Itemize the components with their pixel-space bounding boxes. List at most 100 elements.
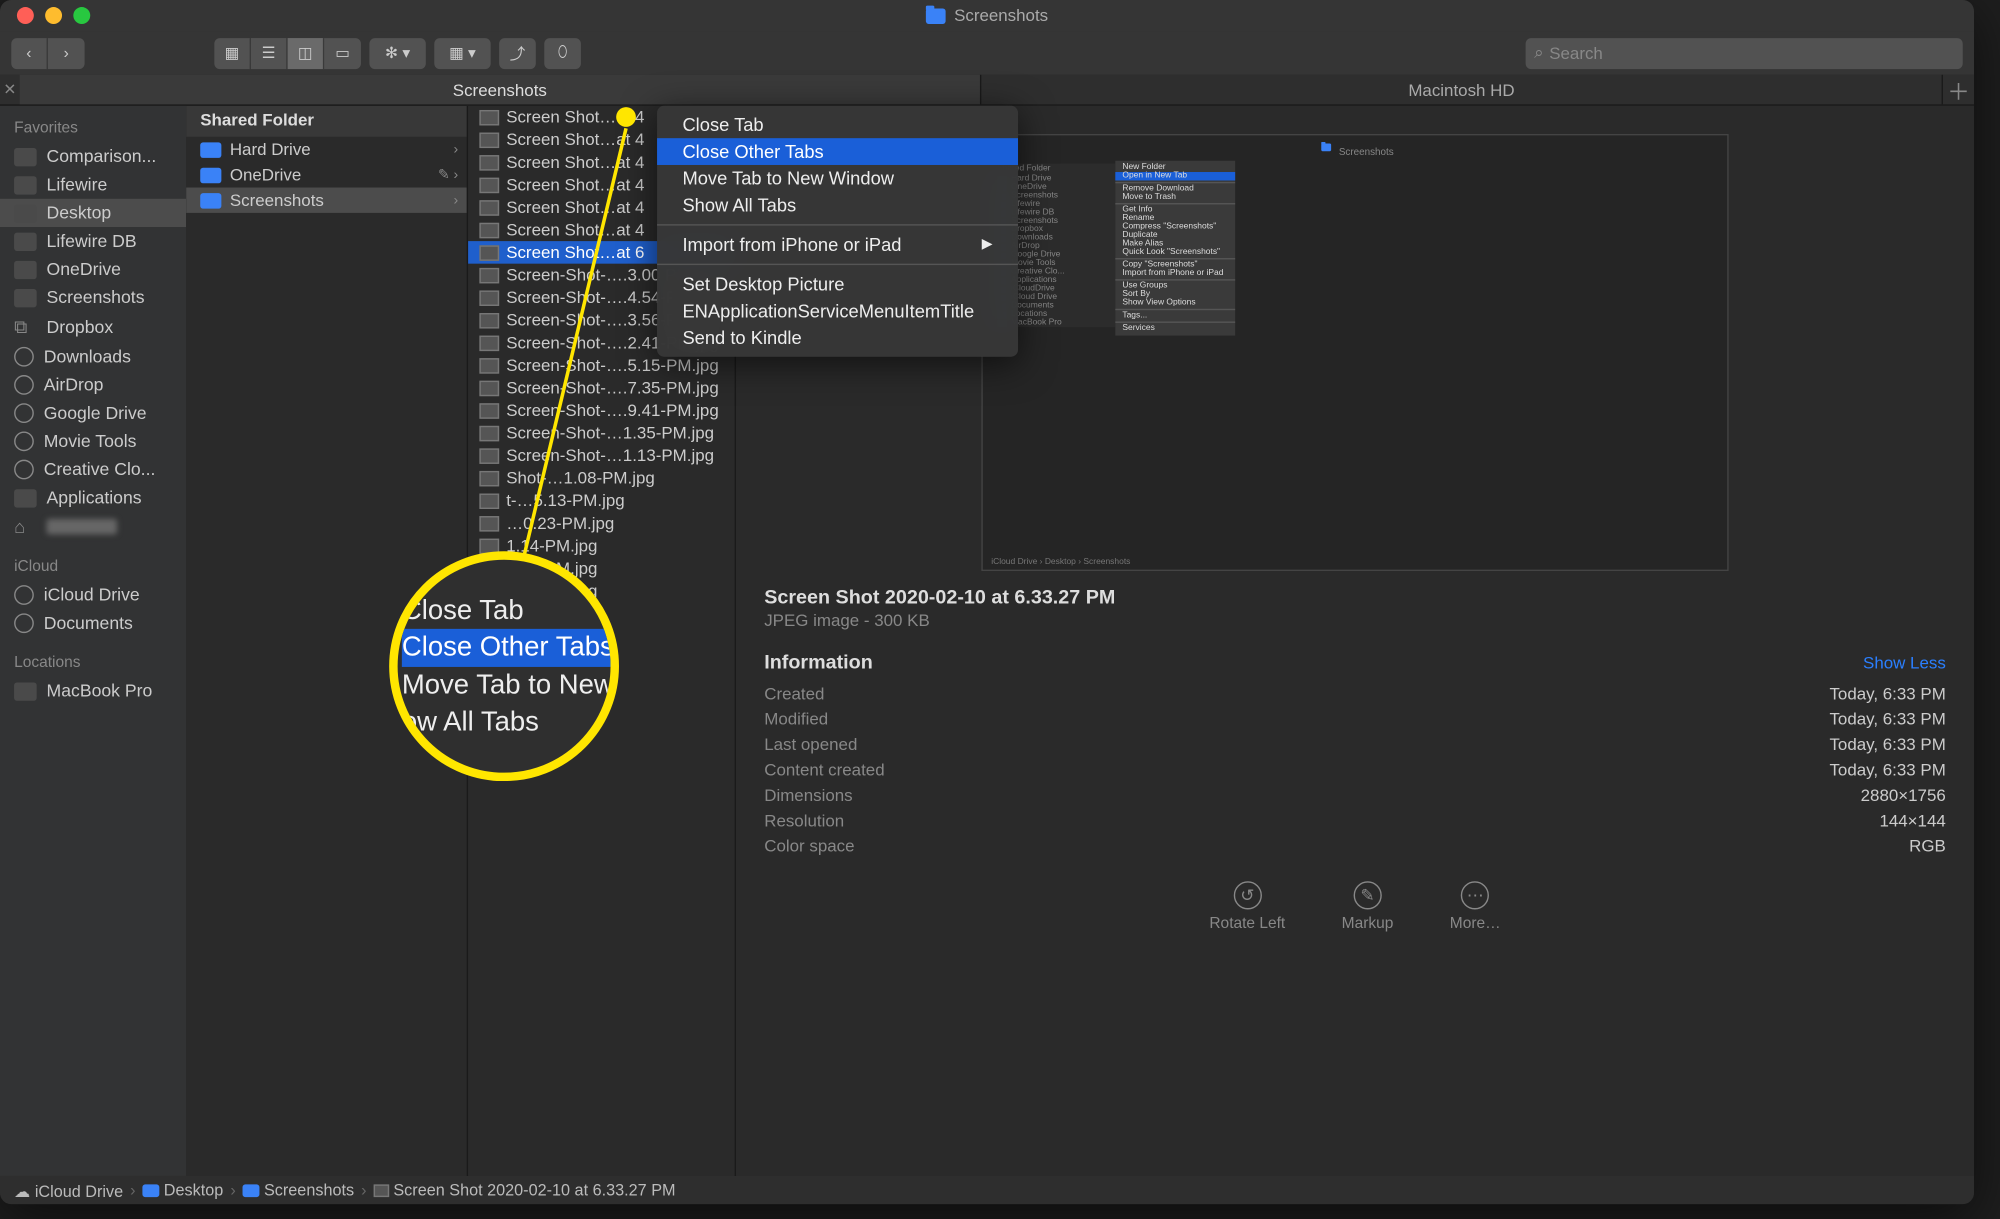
context-menu-item[interactable]: Show All Tabs [657,192,1018,219]
folder-icon [926,8,946,24]
sidebar: Favorites Comparison...LifewireDesktopLi… [0,106,186,1176]
context-menu-item[interactable]: Set Desktop Picture [657,271,1018,298]
sidebar-item[interactable]: Desktop [0,199,186,227]
path-bar: ☁ iCloud Drive›Desktop›Screenshots›Scree… [0,1176,1974,1204]
tab-macintosh-hd[interactable]: Macintosh HD [981,75,1943,105]
tab-bar: ✕ Screenshots Macintosh HD ＋ [0,75,1974,106]
sidebar-item[interactable]: Comparison... [0,142,186,170]
toolbar: ‹ › ▦ ☰ ◫ ▭ ✻ ▾ ▦ ▾ ⤴ ⬯ ⌕Search [0,31,1974,75]
action-menu-button[interactable]: ✻ ▾ [369,37,425,68]
sidebar-icon [14,260,37,278]
sidebar-icon [14,431,34,451]
sidebar-icloud-header: iCloud [0,553,186,581]
chevron-right-icon: ▶ [982,237,993,253]
column-item[interactable]: OneDrive✎› [186,162,467,187]
zoom-window-button[interactable] [73,7,90,24]
show-less-link[interactable]: Show Less [1863,653,1946,673]
sidebar-item[interactable]: OneDrive [0,255,186,283]
share-button[interactable]: ⤴ [499,37,536,68]
image-icon [479,515,499,531]
file-item[interactable]: …0.23-PM.jpg [468,512,734,535]
sidebar-item[interactable]: Downloads [0,343,186,371]
column-header: Shared Folder [186,106,467,137]
sidebar-item[interactable]: ⌂ [0,512,186,542]
info-row: Last openedToday, 6:33 PM [736,732,1974,757]
sidebar-item[interactable]: Applications [0,484,186,512]
preview-title: Screen Shot 2020-02-10 at 6.33.27 PM [736,585,1974,608]
file-item[interactable]: Screen-Shot-…1.35-PM.jpg [468,422,734,445]
preview-action[interactable]: ↺Rotate Left [1209,881,1285,932]
close-tab-button[interactable]: ✕ [0,75,20,105]
forward-button[interactable]: › [48,37,85,68]
context-menu-item[interactable]: Close Other Tabs [657,138,1018,165]
image-icon [479,357,499,373]
view-gallery-button[interactable]: ▭ [324,37,361,68]
group-menu-button[interactable]: ▦ ▾ [434,37,490,68]
preview-action[interactable]: ✎Markup [1342,881,1394,932]
sidebar-item[interactable]: AirDrop [0,371,186,399]
file-item[interactable]: Shot-…1.08-PM.jpg [468,467,734,490]
sidebar-icon [14,176,37,194]
file-item[interactable]: Screen-Shot-….5.15-PM.jpg [468,354,734,377]
image-icon [479,132,499,148]
sidebar-icon [14,489,37,507]
sidebar-favorites-header: Favorites [0,114,186,142]
path-segment[interactable]: Screen Shot 2020-02-10 at 6.33.27 PM [374,1183,676,1200]
minimize-window-button[interactable] [45,7,62,24]
image-icon [479,470,499,486]
sidebar-item[interactable]: ⧉Dropbox [0,312,186,343]
path-segment[interactable]: ☁ iCloud Drive [14,1182,123,1202]
context-menu-item[interactable]: Close Tab [657,111,1018,138]
info-row: Content createdToday, 6:33 PM [736,757,1974,782]
info-header: Information [764,650,873,673]
preview-actions: ↺Rotate Left ✎Markup ⋯More… [736,859,1974,932]
sidebar-item[interactable]: Lifewire [0,171,186,199]
image-icon [479,493,499,509]
sidebar-item[interactable]: Documents [0,609,186,637]
drive-icon [14,682,37,700]
file-item[interactable]: t-…5.13-PM.jpg [468,489,734,512]
sidebar-item[interactable]: Screenshots [0,283,186,311]
sidebar-item[interactable]: MacBook Pro [0,677,186,705]
back-button[interactable]: ‹ [11,37,48,68]
context-menu-item[interactable]: Send to Kindle [657,324,1018,351]
close-window-button[interactable] [17,7,34,24]
tags-button[interactable]: ⬯ [544,37,581,68]
zoom-menu-item: ow All Tabs [402,703,611,740]
preview-mini-path: iCloud Drive › Desktop › Screenshots [991,558,1130,566]
add-tab-button[interactable]: ＋ [1943,75,1974,105]
image-icon [479,403,499,419]
context-menu: Close TabClose Other TabsMove Tab to New… [657,106,1018,357]
sidebar-item[interactable]: Lifewire DB [0,227,186,255]
image-icon [479,109,499,125]
search-input[interactable]: ⌕Search [1526,37,1963,68]
image-icon [479,312,499,328]
sidebar-item[interactable]: Creative Clo... [0,455,186,483]
info-row: Resolution144×144 [736,808,1974,833]
column-item[interactable]: Screenshots› [186,188,467,213]
window-title: Screenshots [954,6,1048,26]
sidebar-item[interactable]: iCloud Drive [0,581,186,609]
titlebar: Screenshots [0,0,1974,31]
column-item[interactable]: Hard Drive› [186,137,467,162]
file-item[interactable]: Screen-Shot-….9.41-PM.jpg [468,399,734,422]
view-icons-button[interactable]: ▦ [214,37,251,68]
path-segment[interactable]: Desktop [143,1183,224,1200]
info-row: Color spaceRGB [736,833,1974,858]
sidebar-item[interactable]: Google Drive [0,399,186,427]
sidebar-item[interactable]: Movie Tools [0,427,186,455]
context-menu-item[interactable]: ENApplicationServiceMenuItemTitle [657,298,1018,325]
context-menu-item[interactable]: Move Tab to New Window [657,165,1018,192]
preview-thumbnail: Screenshots Shared Folder Hard DriveOneD… [981,134,1728,571]
file-item[interactable]: Screen-Shot-….7.35-PM.jpg [468,376,734,399]
zoom-menu-item: Close Tab [402,592,611,629]
preview-action[interactable]: ⋯More… [1450,881,1501,932]
view-list-button[interactable]: ☰ [251,37,288,68]
file-item[interactable]: Screen-Shot-…1.13-PM.jpg [468,444,734,467]
path-segment[interactable]: Screenshots [243,1183,354,1200]
view-columns-button[interactable]: ◫ [288,37,325,68]
tab-screenshots[interactable]: Screenshots [20,75,982,105]
info-row: CreatedToday, 6:33 PM [736,681,1974,706]
preview-mini-contextmenu: New FolderOpen in New TabRemove Download… [1115,161,1235,336]
context-menu-item[interactable]: Import from iPhone or iPad▶ [657,231,1018,258]
